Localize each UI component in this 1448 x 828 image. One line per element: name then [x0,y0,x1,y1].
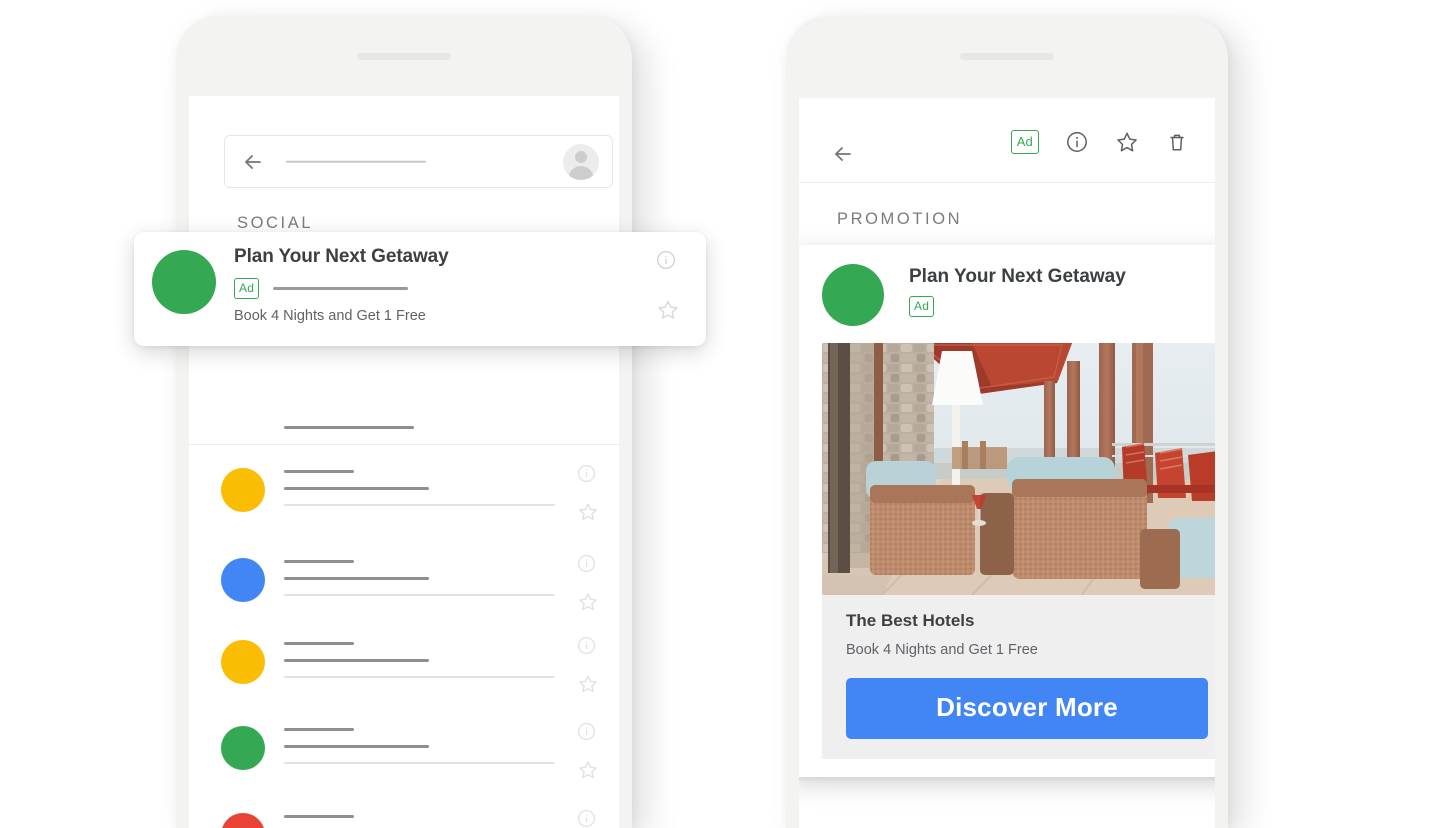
star-outline-icon[interactable] [577,673,599,695]
info-icon[interactable] [577,809,596,828]
hotel-terrace-photo [822,343,1215,595]
list-item-partial [284,426,414,429]
info-icon[interactable] [656,250,676,270]
ad-headline: The Best Hotels [846,611,975,630]
star-outline-icon[interactable] [656,298,680,322]
ad-badge: Ad [909,296,935,317]
list-item-preview [284,728,555,764]
promotion-ad-card[interactable]: Plan Your Next Getaway Ad The Best Hotel… [799,245,1215,777]
list-item-preview [284,642,555,678]
screenshot-stage: SOCIAL Ad PROMOTION Plan Your Next Getaw… [0,0,1448,828]
discover-more-button[interactable]: Discover More [846,678,1208,739]
phone-left-screen: SOCIAL [189,96,619,828]
info-icon[interactable] [1065,130,1089,154]
info-icon[interactable] [577,636,596,655]
phone-right-screen: Ad PROMOTION Plan Your Next Getaway Ad T… [799,98,1215,828]
section-label-promotion: PROMOTION [837,210,963,228]
list-item-preview [284,815,555,828]
ad-title: Plan Your Next Getaway [234,246,449,267]
search-input[interactable] [224,135,613,188]
ad-subtitle: Book 4 Nights and Get 1 Free [234,308,426,324]
table-row[interactable] [189,797,619,828]
star-outline-icon[interactable] [577,759,599,781]
ad-snippet-placeholder [273,287,409,290]
table-row[interactable] [189,452,619,540]
phone-speaker-icon [960,53,1054,60]
list-divider [189,444,619,445]
account-avatar-icon[interactable] [563,143,599,180]
info-icon[interactable] [577,722,596,741]
ad-image-container [822,343,1215,595]
avatar [221,640,265,684]
avatar [221,468,265,512]
ad-badge[interactable]: Ad [1010,130,1039,154]
section-label-social: SOCIAL [237,214,314,232]
star-outline-icon[interactable] [577,591,599,613]
back-arrow-icon[interactable] [831,142,855,166]
list-item-preview [284,560,555,596]
table-row[interactable] [189,710,619,798]
table-row[interactable] [189,542,619,630]
avatar [822,264,884,326]
avatar [221,558,265,602]
ad-copy-block: The Best Hotels Book 4 Nights and Get 1 … [822,595,1215,759]
avatar [221,813,265,828]
list-item-preview [284,470,555,506]
avatar [152,250,216,314]
star-outline-icon[interactable] [577,501,599,523]
back-arrow-icon[interactable] [241,150,265,174]
ad-description: Book 4 Nights and Get 1 Free [846,642,1038,658]
phone-left-device: SOCIAL [176,16,632,828]
star-outline-icon[interactable] [1115,130,1139,154]
trash-icon[interactable] [1165,130,1189,154]
phone-speaker-icon [357,53,451,60]
social-ad-card[interactable]: Plan Your Next Getaway Ad Book 4 Nights … [134,232,706,346]
avatar [221,726,265,770]
ad-title: Plan Your Next Getaway [909,266,1126,287]
search-placeholder [286,160,426,163]
info-icon[interactable] [577,464,596,483]
message-toolbar: Ad [799,98,1215,183]
table-row[interactable] [189,624,619,712]
info-icon[interactable] [577,554,596,573]
ad-badge: Ad [234,278,260,299]
phone-right-device: Ad PROMOTION Plan Your Next Getaway Ad T… [786,16,1228,828]
